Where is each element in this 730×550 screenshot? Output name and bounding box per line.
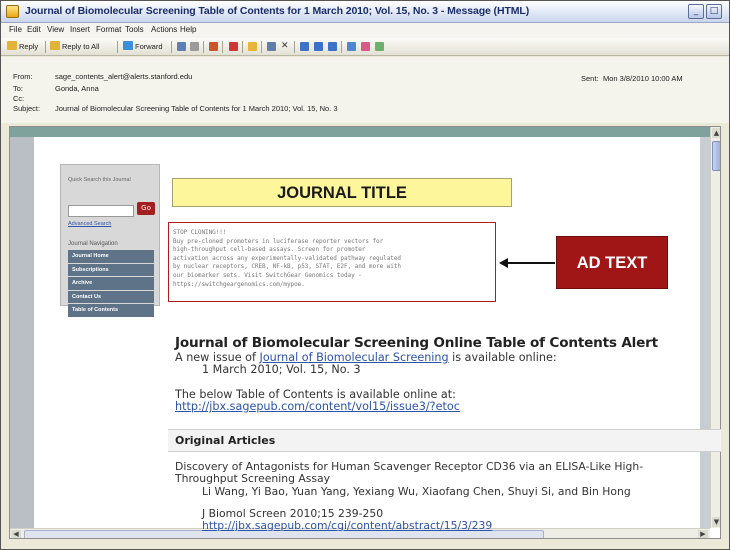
outlook-message-window: Journal of Biomolecular Screening Table …: [0, 0, 730, 550]
journal-title-label: JOURNAL TITLE: [277, 184, 407, 202]
reply-all-button[interactable]: Reply to All: [50, 41, 100, 53]
delete-icon[interactable]: ✕: [281, 42, 290, 51]
reply-all-label: Reply to All: [62, 42, 100, 51]
toolbar-separator: [45, 41, 46, 53]
scroll-down-arrow-icon[interactable]: ▼: [712, 517, 720, 527]
quick-search-input[interactable]: [68, 205, 134, 217]
to-value[interactable]: Gonda, Anna: [55, 84, 99, 93]
alert-intro-suffix: is available online:: [448, 351, 557, 364]
scroll-right-arrow-icon[interactable]: ▶: [698, 530, 708, 538]
menu-bar: File Edit View Insert Format Tools Actio…: [1, 23, 729, 38]
folder-icon[interactable]: [248, 42, 257, 51]
toc-link[interactable]: http://jbx.sagepub.com/content/vol15/iss…: [175, 400, 460, 413]
window-title: Journal of Biomolecular Screening Table …: [25, 5, 530, 17]
address-book-icon[interactable]: [347, 42, 356, 51]
article-abstract-link[interactable]: http://jbx.sagepub.com/cgi/content/abstr…: [202, 519, 492, 532]
message-header: From: sage_contents_alert@alerts.stanfor…: [1, 57, 729, 123]
from-value[interactable]: sage_contents_alert@alerts.stanford.edu: [55, 72, 192, 81]
menu-insert[interactable]: Insert: [70, 25, 90, 34]
left-margin: [10, 137, 34, 537]
menu-view[interactable]: View: [47, 25, 64, 34]
advanced-search-link[interactable]: Advanced Search: [68, 221, 111, 227]
forward-label: Forward: [135, 42, 163, 51]
sent-value: Mon 3/8/2010 10:00 AM: [603, 74, 683, 83]
envelope-icon: [6, 5, 19, 18]
ad-label: AD TEXT: [576, 254, 648, 272]
maximize-button[interactable]: □: [706, 4, 722, 19]
categorize-icon[interactable]: [209, 42, 218, 51]
rules-icon[interactable]: [361, 42, 370, 51]
toolbar-separator: [117, 41, 118, 53]
nav-item-archive[interactable]: Archive: [68, 277, 154, 290]
search-go-button[interactable]: Go: [137, 202, 155, 215]
title-bar[interactable]: Journal of Biomolecular Screening Table …: [1, 1, 729, 23]
minimize-button[interactable]: _: [688, 4, 704, 19]
menu-format[interactable]: Format: [96, 25, 121, 34]
sent-label: Sent:: [581, 74, 599, 83]
issue-date: 1 March 2010; Vol. 15, No. 3: [202, 363, 361, 376]
subject-value: Journal of Biomolecular Screening Table …: [55, 104, 338, 113]
flag-icon[interactable]: [229, 42, 238, 51]
section-title: Original Articles: [175, 434, 276, 447]
save-icon[interactable]: [190, 42, 199, 51]
header-band: [10, 127, 710, 137]
vertical-scroll-thumb[interactable]: [712, 141, 720, 171]
ad-label-callout: AD TEXT: [556, 236, 668, 289]
reply-label: Reply: [19, 42, 39, 51]
journal-navigation: Journal Home Subscriptions Archive Conta…: [68, 250, 154, 318]
menu-tools[interactable]: Tools: [125, 25, 144, 34]
article-authors: Li Wang, Yi Bao, Yuan Yang, Yexiang Wu, …: [202, 485, 631, 498]
vertical-scrollbar[interactable]: ▲ ▼: [710, 127, 720, 528]
journal-navigation-label: Journal Navigation: [68, 241, 118, 247]
menu-file[interactable]: File: [9, 25, 22, 34]
right-margin: [700, 137, 710, 537]
menu-edit[interactable]: Edit: [27, 25, 41, 34]
reply-all-icon: [50, 41, 60, 50]
alert-heading: Journal of Biomolecular Screening Online…: [175, 335, 658, 351]
forward-button[interactable]: Forward: [123, 41, 163, 53]
nav-item-table-of-contents[interactable]: Table of Contents: [68, 304, 154, 317]
journal-sidebar: Quick Search this Journal Go Advanced Se…: [60, 164, 160, 317]
help-icon[interactable]: [375, 42, 384, 51]
toolbar-separator: [222, 41, 223, 53]
arrow-line: [503, 262, 555, 264]
menu-actions[interactable]: Actions: [151, 25, 177, 34]
move-icon[interactable]: [267, 42, 276, 51]
cc-label: Cc:: [13, 94, 25, 103]
quick-search-label: Quick Search this Journal: [68, 177, 131, 183]
from-label: From:: [13, 72, 33, 81]
toolbar-separator: [294, 41, 295, 53]
ad-text: STOP CLONING!!! Buy pre-cloned promoters…: [173, 229, 401, 288]
scroll-up-arrow-icon[interactable]: ▲: [712, 128, 720, 138]
toolbar: Reply Reply to All Forward ✕: [1, 38, 729, 56]
next-item-icon[interactable]: [314, 42, 323, 51]
reply-button[interactable]: Reply: [7, 41, 38, 53]
reply-icon: [7, 41, 17, 50]
nav-item-contact-us[interactable]: Contact Us: [68, 290, 154, 304]
previous-item-icon[interactable]: [300, 42, 309, 51]
nav-item-journal-home[interactable]: Journal Home: [68, 250, 154, 263]
article-title-continued: Throughput Screening Assay: [175, 472, 331, 485]
subject-label: Subject:: [13, 104, 41, 113]
find-icon[interactable]: [328, 42, 337, 51]
toolbar-separator: [242, 41, 243, 53]
toolbar-separator: [261, 41, 262, 53]
toolbar-separator: [203, 41, 204, 53]
ad-box[interactable]: STOP CLONING!!! Buy pre-cloned promoters…: [168, 222, 496, 302]
nav-item-subscriptions[interactable]: Subscriptions: [68, 263, 154, 277]
forward-icon: [123, 41, 133, 50]
to-label: To:: [13, 84, 24, 93]
scroll-left-arrow-icon[interactable]: ◀: [11, 530, 21, 538]
toolbar-separator: [341, 41, 342, 53]
menu-help[interactable]: Help: [180, 25, 196, 34]
toolbar-separator: [171, 41, 172, 53]
journal-title-box: JOURNAL TITLE: [172, 178, 512, 207]
print-icon[interactable]: [177, 42, 186, 51]
